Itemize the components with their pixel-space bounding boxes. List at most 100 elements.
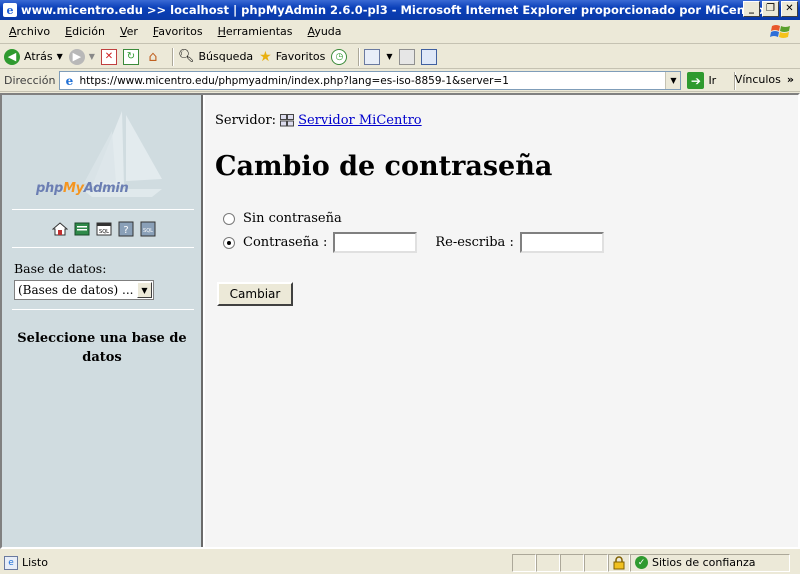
- left-divider-3: [12, 309, 194, 310]
- svg-text:?: ?: [123, 225, 128, 236]
- check-icon: ✓: [635, 556, 648, 569]
- svg-text:SQL: SQL: [99, 229, 109, 235]
- retype-label: Re-escriba :: [435, 235, 514, 250]
- export-icon[interactable]: [74, 221, 90, 237]
- padlock-glyph: [613, 555, 625, 569]
- chevron-right-icon: »: [786, 73, 794, 86]
- status-cell-1: [512, 553, 536, 572]
- go-button[interactable]: ➔ Ir: [687, 72, 716, 89]
- menu-ver[interactable]: Ver: [120, 25, 145, 38]
- retype-password-input[interactable]: [519, 232, 604, 253]
- home-icon[interactable]: ⌂: [145, 49, 161, 65]
- no-password-option[interactable]: Sin contraseña: [223, 211, 342, 226]
- back-label: Atrás: [24, 50, 53, 63]
- mail-icon[interactable]: [364, 48, 381, 65]
- server-label: Servidor:: [215, 113, 277, 128]
- toolbar-separator-2: [358, 47, 360, 66]
- chevron-down-icon[interactable]: ▼: [137, 282, 152, 298]
- address-bar: Dirección e ▼ ➔ Ir Vínculos »: [0, 70, 800, 92]
- phpmyadmin-logo[interactable]: phpMyAdmin: [12, 101, 192, 201]
- links-button[interactable]: Vínculos »: [735, 73, 794, 86]
- server-link[interactable]: Servidor MiCentro: [298, 113, 422, 128]
- change-password-button[interactable]: Cambiar: [217, 282, 293, 306]
- close-button[interactable]: ✕: [781, 1, 798, 17]
- database-select[interactable]: (Bases de datos) ... ▼: [14, 280, 154, 300]
- links-label: Vínculos: [734, 73, 781, 86]
- status-bar: e Listo ✓ Sitios de confianza: [0, 551, 800, 574]
- search-label: Búsqueda: [198, 50, 254, 63]
- server-line: Servidor: Servidor MiCentro: [215, 113, 422, 128]
- lock-icon[interactable]: [608, 553, 630, 572]
- favorites-label: Favoritos: [275, 50, 326, 63]
- url-input[interactable]: [79, 74, 666, 87]
- password-radio[interactable]: [223, 236, 235, 249]
- status-text: Listo: [22, 556, 48, 569]
- windows-logo-icon: [770, 25, 790, 38]
- page-icon: e: [65, 73, 74, 88]
- address-dropdown-icon[interactable]: ▼: [665, 72, 681, 89]
- page-title: Cambio de contraseña: [215, 151, 553, 182]
- status-left: e Listo: [0, 555, 512, 570]
- window-controls: _ ❐ ✕: [743, 1, 798, 17]
- go-arrow-icon: ➔: [687, 72, 705, 89]
- left-icon-bar: SQL ? SQL: [52, 221, 156, 237]
- status-cell-3: [560, 553, 584, 572]
- database-select-value: (Bases de datos) ...: [18, 283, 134, 297]
- search-icon: 🔍︎: [177, 49, 195, 64]
- zone-label: Sitios de confianza: [652, 556, 756, 569]
- search-button[interactable]: 🔍︎ Búsqueda: [178, 49, 253, 64]
- mail-dropdown-icon[interactable]: ▼: [386, 52, 392, 61]
- password-label: Contraseña :: [243, 235, 328, 250]
- left-divider: [12, 209, 194, 210]
- browser-content: phpMyAdmin SQL ? SQL Base de datos: (Bas…: [0, 93, 800, 549]
- back-button[interactable]: ◀ Atrás ▼: [4, 48, 63, 65]
- star-icon: ★: [259, 48, 272, 65]
- no-password-label: Sin contraseña: [243, 211, 342, 226]
- password-option: Contraseña : Re-escriba :: [223, 232, 604, 253]
- server-icon: [280, 114, 295, 127]
- address-label: Dirección: [4, 74, 56, 87]
- address-field[interactable]: e ▼: [59, 71, 682, 90]
- edit-icon[interactable]: [420, 48, 437, 65]
- no-password-radio[interactable]: [223, 212, 235, 225]
- forward-arrow-icon: ▶: [68, 48, 85, 65]
- print-icon[interactable]: [398, 48, 415, 65]
- menu-favoritos[interactable]: Favoritos: [153, 25, 210, 38]
- svg-text:SQL: SQL: [143, 228, 153, 234]
- help-icon[interactable]: ?: [118, 221, 134, 237]
- database-label: Base de datos:: [14, 261, 107, 276]
- page-status-icon: e: [4, 555, 18, 570]
- toolbar: ◀ Atrás ▼ ▶ ▼ ✕ ↻ ⌂ 🔍︎ Búsqueda ★ Favori…: [0, 45, 800, 69]
- back-arrow-icon: ◀: [4, 48, 20, 65]
- back-dropdown-icon[interactable]: ▼: [57, 52, 63, 61]
- favorites-button[interactable]: ★ Favoritos: [259, 49, 325, 65]
- stop-icon[interactable]: ✕: [100, 48, 117, 65]
- sql-icon[interactable]: SQL: [96, 221, 112, 237]
- history-icon[interactable]: ◷: [331, 48, 348, 65]
- forward-dropdown-icon[interactable]: ▼: [89, 52, 95, 61]
- status-cell-4: [584, 553, 608, 572]
- status-cell-2: [536, 553, 560, 572]
- left-divider-2: [12, 247, 194, 248]
- forward-button[interactable]: ▶ ▼: [68, 48, 95, 65]
- logo-text: phpMyAdmin: [36, 181, 129, 196]
- sql-docs-icon[interactable]: SQL: [140, 221, 156, 237]
- minimize-button[interactable]: _: [743, 1, 760, 17]
- menu-ayuda[interactable]: Ayuda: [308, 25, 349, 38]
- select-database-message: Seleccione una base de datos: [17, 331, 187, 365]
- security-zone[interactable]: ✓ Sitios de confianza: [630, 553, 790, 572]
- menu-edicion[interactable]: Edición: [65, 25, 112, 38]
- menu-bar: Archivo Edición Ver Favoritos Herramient…: [0, 20, 800, 44]
- menu-herramientas[interactable]: Herramientas: [218, 25, 300, 38]
- maximize-button[interactable]: ❐: [762, 1, 779, 17]
- menu-archivo[interactable]: Archivo: [9, 25, 57, 38]
- window-title: www.micentro.edu >> localhost | phpMyAdm…: [21, 3, 764, 17]
- home-icon[interactable]: [52, 221, 68, 237]
- ie-app-icon: e: [3, 3, 17, 17]
- refresh-icon[interactable]: ↻: [122, 48, 139, 65]
- password-input[interactable]: [333, 232, 418, 253]
- window-titlebar: e www.micentro.edu >> localhost | phpMyA…: [0, 0, 800, 20]
- toolbar-separator: [171, 47, 173, 66]
- main-frame: Servidor: Servidor MiCentro Cambio de co…: [205, 95, 798, 547]
- left-frame: phpMyAdmin SQL ? SQL Base de datos: (Bas…: [2, 95, 203, 547]
